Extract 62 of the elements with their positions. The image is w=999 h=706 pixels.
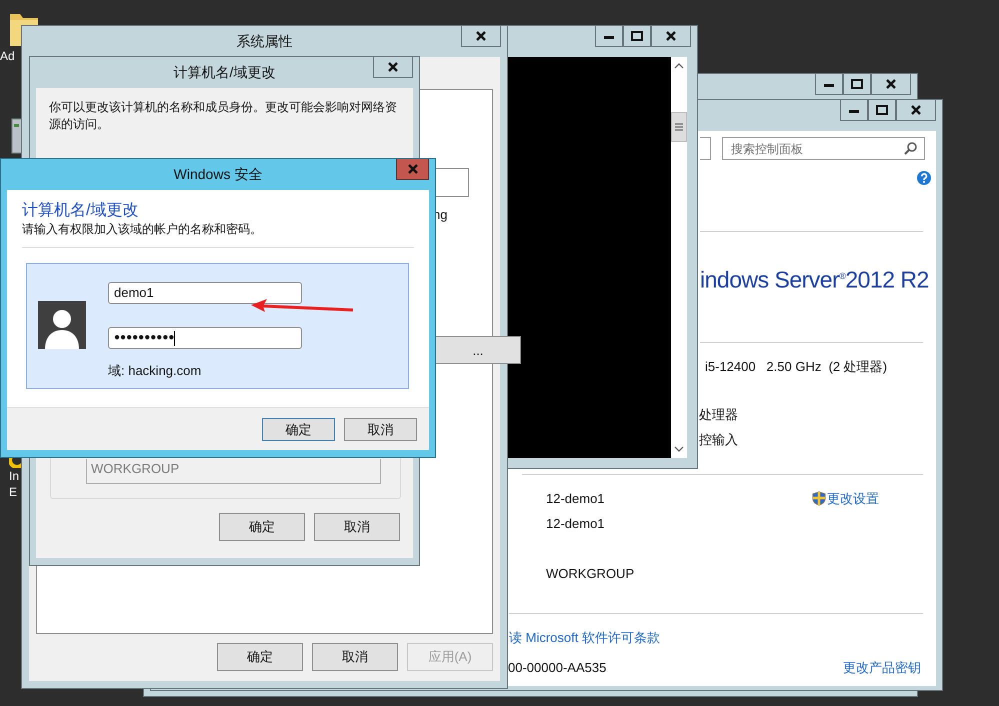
close-button[interactable] <box>651 26 691 47</box>
icon-label[interactable]: In <box>9 468 20 484</box>
close-icon <box>476 31 486 41</box>
system-type-value: 处理器 <box>699 406 738 424</box>
dialog-button[interactable]: 确定 <box>219 513 305 541</box>
workgroup-value: WORKGROUP <box>546 564 636 583</box>
minimize-button[interactable] <box>815 74 843 95</box>
help-icon[interactable] <box>917 171 931 185</box>
scroll-down-icon[interactable] <box>674 445 684 453</box>
close-icon <box>388 62 398 72</box>
dialog-button[interactable]: 取消 <box>312 643 398 671</box>
product-id-value: 00-00000-AA535 <box>508 658 608 677</box>
instruction-text: 请输入有权限加入该域的帐户的名称和密码。 <box>22 221 263 237</box>
full-name-value: 12-demo1 <box>546 514 606 533</box>
icon-label[interactable]: E <box>9 484 18 500</box>
close-icon <box>408 164 418 174</box>
maximize-icon <box>876 105 888 115</box>
change-settings-link[interactable]: 更改设置 <box>827 490 879 508</box>
pen-touch-value: 控输入 <box>699 430 738 449</box>
server-icon[interactable] <box>11 118 23 154</box>
search-field[interactable]: 搜索控制面板 <box>722 137 925 160</box>
computer-name-value: 12-demo1 <box>546 490 606 508</box>
search-icon[interactable] <box>904 142 917 155</box>
dialog-button[interactable]: 确定 <box>262 418 335 441</box>
close-icon <box>886 79 896 89</box>
edition-logo-text: indows Server$^{®}$2012 R2 <box>700 266 929 294</box>
domain-text: 域: hacking.com <box>108 362 202 380</box>
license-link[interactable]: 读 Microsoft 软件许可条款 <box>509 628 660 647</box>
shield-icon[interactable] <box>812 491 826 506</box>
scroll-up-icon[interactable] <box>674 62 684 70</box>
dialog-button[interactable]: 确定 <box>217 643 303 671</box>
password-field[interactable]: ●●●●●●●●●● <box>108 327 302 349</box>
toolbar-button[interactable] <box>700 137 711 160</box>
dialog-button[interactable]: 取消 <box>314 513 400 541</box>
maximize-icon <box>851 79 863 89</box>
dialog-button[interactable]: 取消 <box>344 418 417 441</box>
avatar-icon <box>38 301 86 349</box>
description-text: 你可以更改该计算机的名称和成员身份。更改可能会影响对网络资源的访问。 <box>49 99 398 133</box>
grip-icon <box>675 123 683 131</box>
close-button[interactable] <box>896 100 936 121</box>
maximize-icon <box>631 31 643 41</box>
window-title: 计算机名/域更改 <box>174 63 276 82</box>
close-button[interactable] <box>373 57 413 78</box>
maximize-button[interactable] <box>843 74 871 95</box>
scrollbar[interactable] <box>671 57 687 458</box>
close-button[interactable] <box>871 74 911 95</box>
close-icon <box>666 31 676 41</box>
close-button[interactable] <box>461 26 501 47</box>
window-title: 系统属性 <box>236 32 292 51</box>
change-key-link[interactable]: 更改产品密钥 <box>843 658 921 677</box>
username-field[interactable]: demo1 <box>108 282 302 304</box>
maximize-button[interactable] <box>623 26 651 47</box>
icon-label[interactable]: Ad <box>0 48 15 64</box>
dialog-heading: 计算机名/域更改 <box>22 201 140 221</box>
window-title: Windows 安全 <box>174 165 262 184</box>
close-icon <box>911 105 921 115</box>
more-button[interactable]: ... <box>435 336 521 364</box>
processor-value: i5-12400 2.50 GHz (2 处理器) <box>705 358 888 376</box>
maximize-button[interactable] <box>868 100 896 121</box>
minimize-button[interactable] <box>840 100 868 121</box>
minimize-button[interactable] <box>595 26 623 47</box>
scrollbar-thumb[interactable] <box>671 112 687 142</box>
